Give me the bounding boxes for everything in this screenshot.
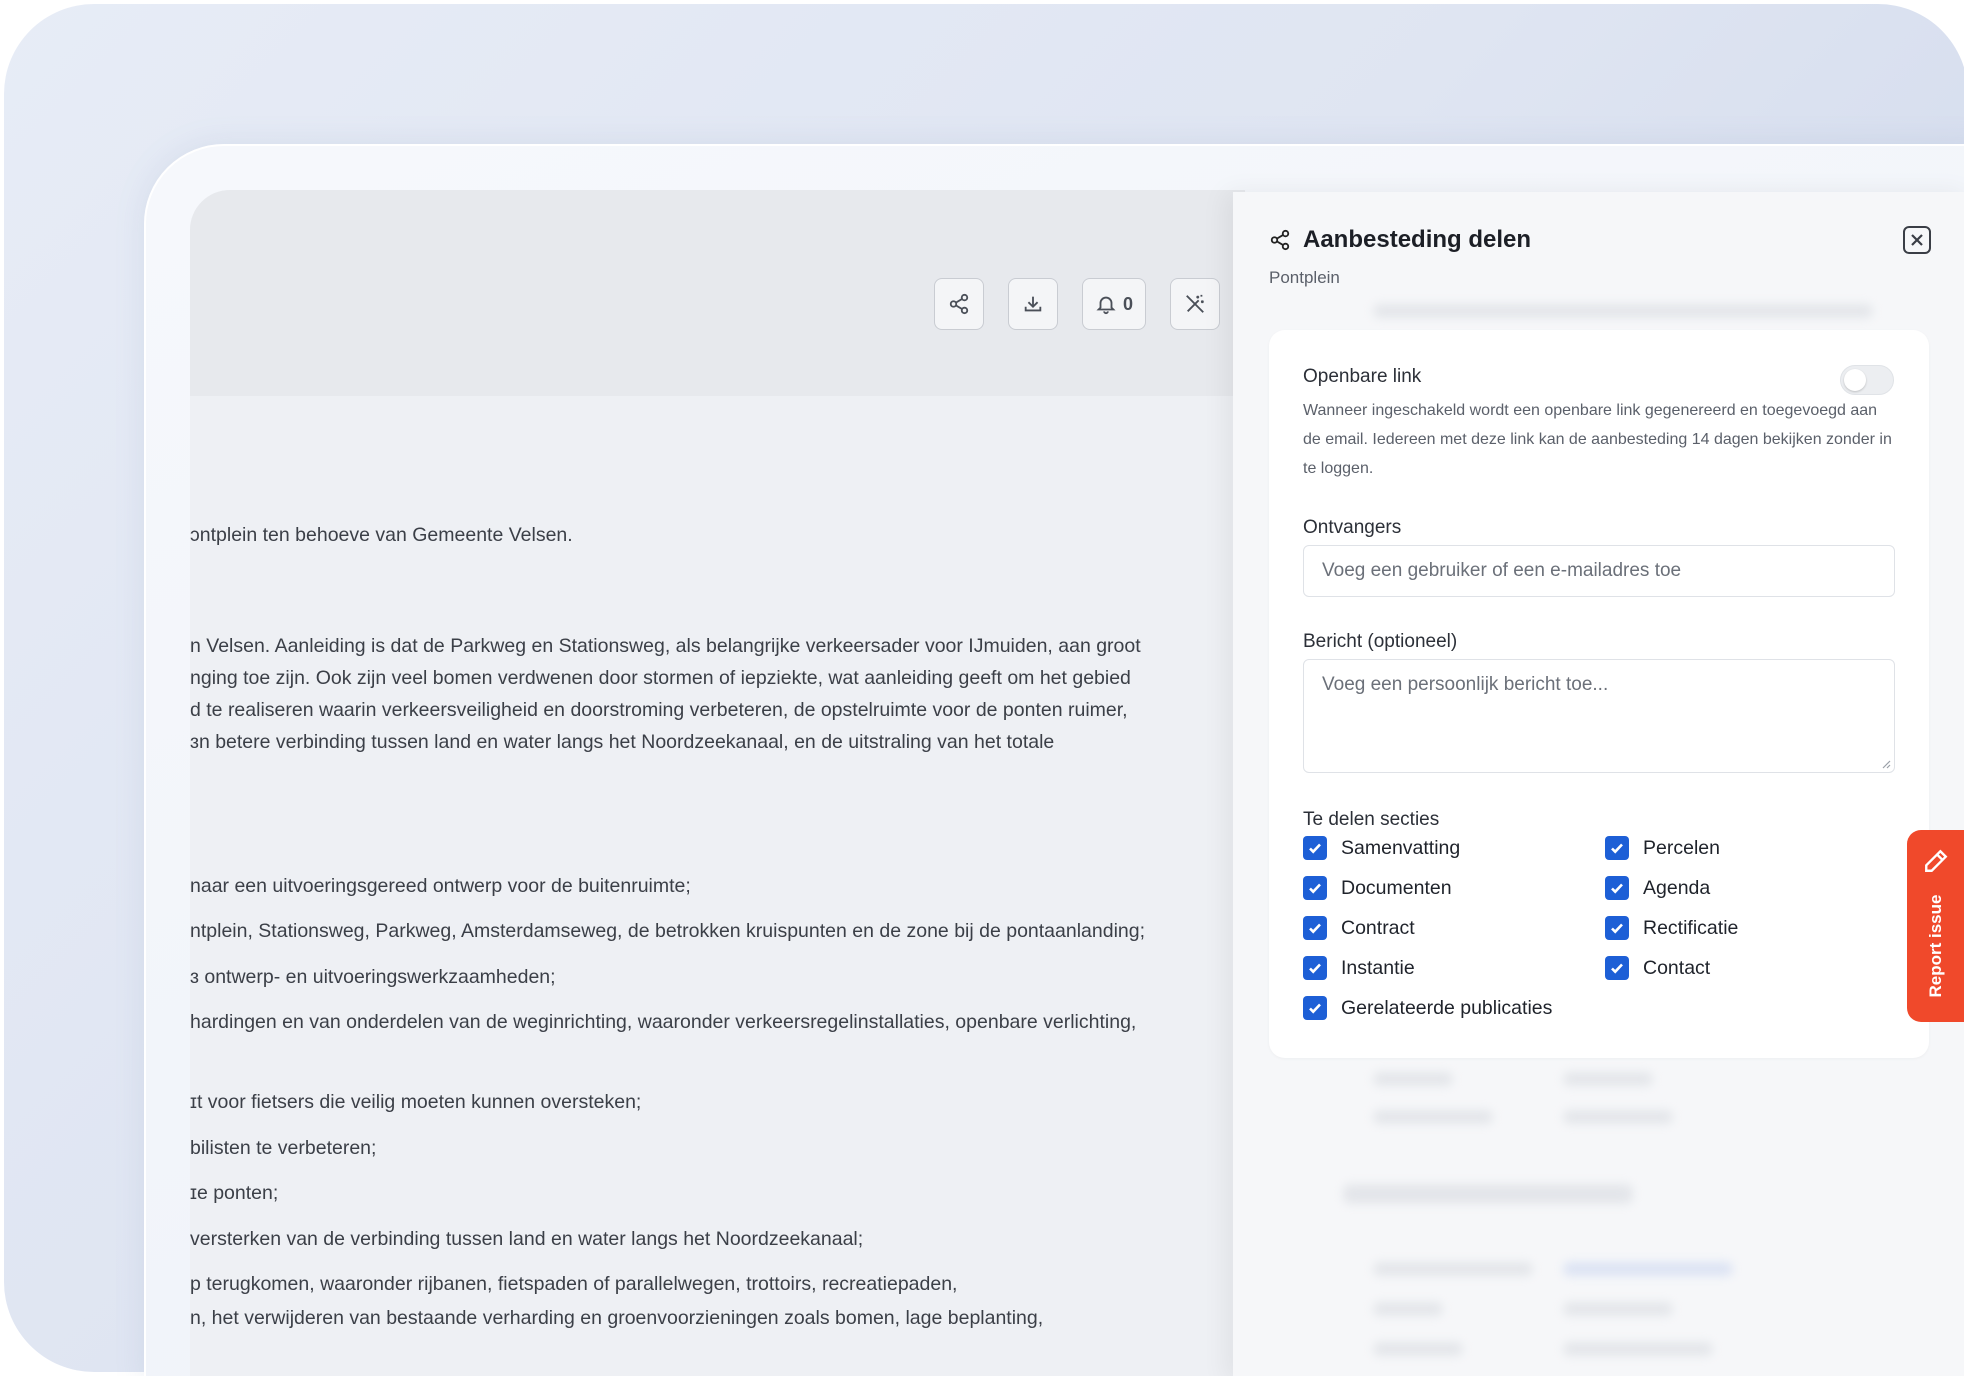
section-checkbox-samenvatting[interactable]: Samenvatting	[1303, 836, 1460, 860]
checkbox[interactable]	[1303, 956, 1327, 980]
toggle-knob	[1844, 369, 1866, 391]
bell-icon	[1096, 296, 1116, 315]
share-panel: Aanbesteding delen Pontplein Openbare li…	[1233, 192, 1964, 1376]
checkbox-label: Percelen	[1643, 836, 1720, 859]
message-placeholder: Voeg een persoonlijk bericht toe...	[1322, 674, 1609, 695]
checkbox-label: Instantie	[1341, 956, 1415, 979]
checkbox-label: Documenten	[1341, 876, 1452, 899]
magic-wand-icon	[1186, 294, 1204, 313]
doc-line: versterken van de verbinding tussen land…	[190, 1228, 864, 1250]
document-view: 0 ɔntplein ten behoeve van Gemeente Vels…	[190, 190, 1245, 1376]
section-checkbox-contact[interactable]: Contact	[1605, 956, 1710, 980]
panel-subtitle: Pontplein	[1269, 268, 1340, 287]
doc-line: hardingen en van onderdelen van de wegin…	[190, 1011, 1137, 1033]
doc-line: n Velsen. Aanleiding is dat de Parkweg e…	[190, 635, 1141, 657]
notifications-button[interactable]: 0	[1082, 278, 1146, 330]
check-icon	[1309, 1003, 1321, 1014]
check-icon	[1309, 883, 1321, 894]
recipients-input[interactable]: Voeg een gebruiker of een e-mailadres to…	[1303, 545, 1895, 597]
doc-line: d te realiseren waarin verkeersveilighei…	[190, 699, 1128, 721]
recipients-label: Ontvangers	[1303, 517, 1402, 538]
doc-line: ntplein, Stationsweg, Parkweg, Amsterdam…	[190, 920, 1146, 942]
section-checkbox-gerelateerde-publicaties[interactable]: Gerelateerde publicaties	[1303, 996, 1552, 1020]
section-checkbox-contract[interactable]: Contract	[1303, 916, 1415, 940]
close-button[interactable]	[1903, 226, 1931, 254]
public-link-toggle[interactable]	[1840, 365, 1894, 395]
checkbox[interactable]	[1303, 836, 1327, 860]
panel-header: Aanbesteding delen	[1269, 226, 1531, 254]
doc-line: p terugkomen, waaronder rijbanen, fietsp…	[190, 1273, 958, 1295]
check-icon	[1309, 923, 1321, 934]
share-icon	[949, 293, 969, 315]
checkbox[interactable]	[1303, 996, 1327, 1020]
public-link-help: Wanneer ingeschakeld wordt een openbare …	[1303, 402, 1892, 477]
document-header: 0	[190, 190, 1245, 396]
checkbox[interactable]	[1303, 916, 1327, 940]
doc-line: ɜ ontwerp- en uitvoeringswerkzaamheden;	[190, 966, 556, 988]
checkbox-label: Contact	[1643, 956, 1711, 979]
check-icon	[1309, 963, 1321, 974]
download-button[interactable]	[1008, 278, 1058, 330]
doc-line: nging toe zijn. Ook zijn veel bomen verd…	[190, 667, 1131, 689]
section-checkbox-rectificatie[interactable]: Rectificatie	[1605, 916, 1738, 940]
sections-label: Te delen secties	[1303, 809, 1440, 830]
pencil-icon	[1925, 849, 1948, 872]
report-issue-label: Report issue	[1926, 894, 1945, 998]
resize-handle-icon[interactable]	[1881, 759, 1891, 769]
checkbox-label: Rectificatie	[1643, 916, 1739, 939]
checkbox[interactable]	[1303, 876, 1327, 900]
check-icon	[1611, 923, 1623, 934]
checkbox[interactable]	[1605, 956, 1629, 980]
recipients-placeholder: Voeg een gebruiker of een e-mailadres to…	[1322, 560, 1682, 581]
checkbox[interactable]	[1605, 916, 1629, 940]
section-checkbox-percelen[interactable]: Percelen	[1605, 836, 1720, 860]
checkbox-label: Samenvatting	[1341, 836, 1461, 859]
magic-wand-button[interactable]	[1170, 278, 1220, 330]
doc-line: ɪt voor fietsers die veilig moeten kunne…	[190, 1091, 642, 1113]
doc-line: bilisten te verbeteren;	[190, 1137, 377, 1159]
share-button[interactable]	[934, 278, 984, 330]
notifications-count: 0	[1122, 293, 1133, 314]
section-checkbox-documenten[interactable]: Documenten	[1303, 876, 1452, 900]
doc-line: ɜn betere verbinding tussen land en wate…	[190, 731, 1055, 753]
checkbox-label: Contract	[1341, 916, 1415, 939]
check-icon	[1611, 963, 1623, 974]
check-icon	[1611, 843, 1623, 854]
section-checkbox-agenda[interactable]: Agenda	[1605, 876, 1710, 900]
section-checkbox-instantie[interactable]: Instantie	[1303, 956, 1415, 980]
doc-line: ɪe ponten;	[190, 1182, 279, 1204]
checkbox[interactable]	[1605, 836, 1629, 860]
share-form: Openbare link Wanneer ingeschakeld wordt…	[1269, 330, 1929, 1058]
checkbox[interactable]	[1605, 876, 1629, 900]
panel-title: Aanbesteding delen	[1303, 226, 1532, 253]
check-icon	[1611, 883, 1623, 894]
checkbox-label: Gerelateerde publicaties	[1341, 996, 1553, 1019]
close-icon	[1911, 234, 1923, 246]
message-label: Bericht (optioneel)	[1303, 631, 1458, 652]
message-textarea[interactable]: Voeg een persoonlijk bericht toe...	[1303, 659, 1895, 773]
share-icon	[1270, 229, 1290, 251]
download-icon	[1024, 296, 1042, 312]
report-issue-button[interactable]: Report issue	[1907, 830, 1964, 1022]
doc-line: ɔntplein ten behoeve van Gemeente Velsen…	[190, 524, 573, 546]
checkbox-label: Agenda	[1643, 876, 1711, 899]
check-icon	[1309, 843, 1321, 854]
doc-line: naar een uitvoeringsgereed ontwerp voor …	[190, 875, 691, 897]
doc-line: n, het verwijderen van bestaande verhard…	[190, 1307, 1044, 1329]
public-link-label: Openbare link	[1303, 366, 1422, 387]
